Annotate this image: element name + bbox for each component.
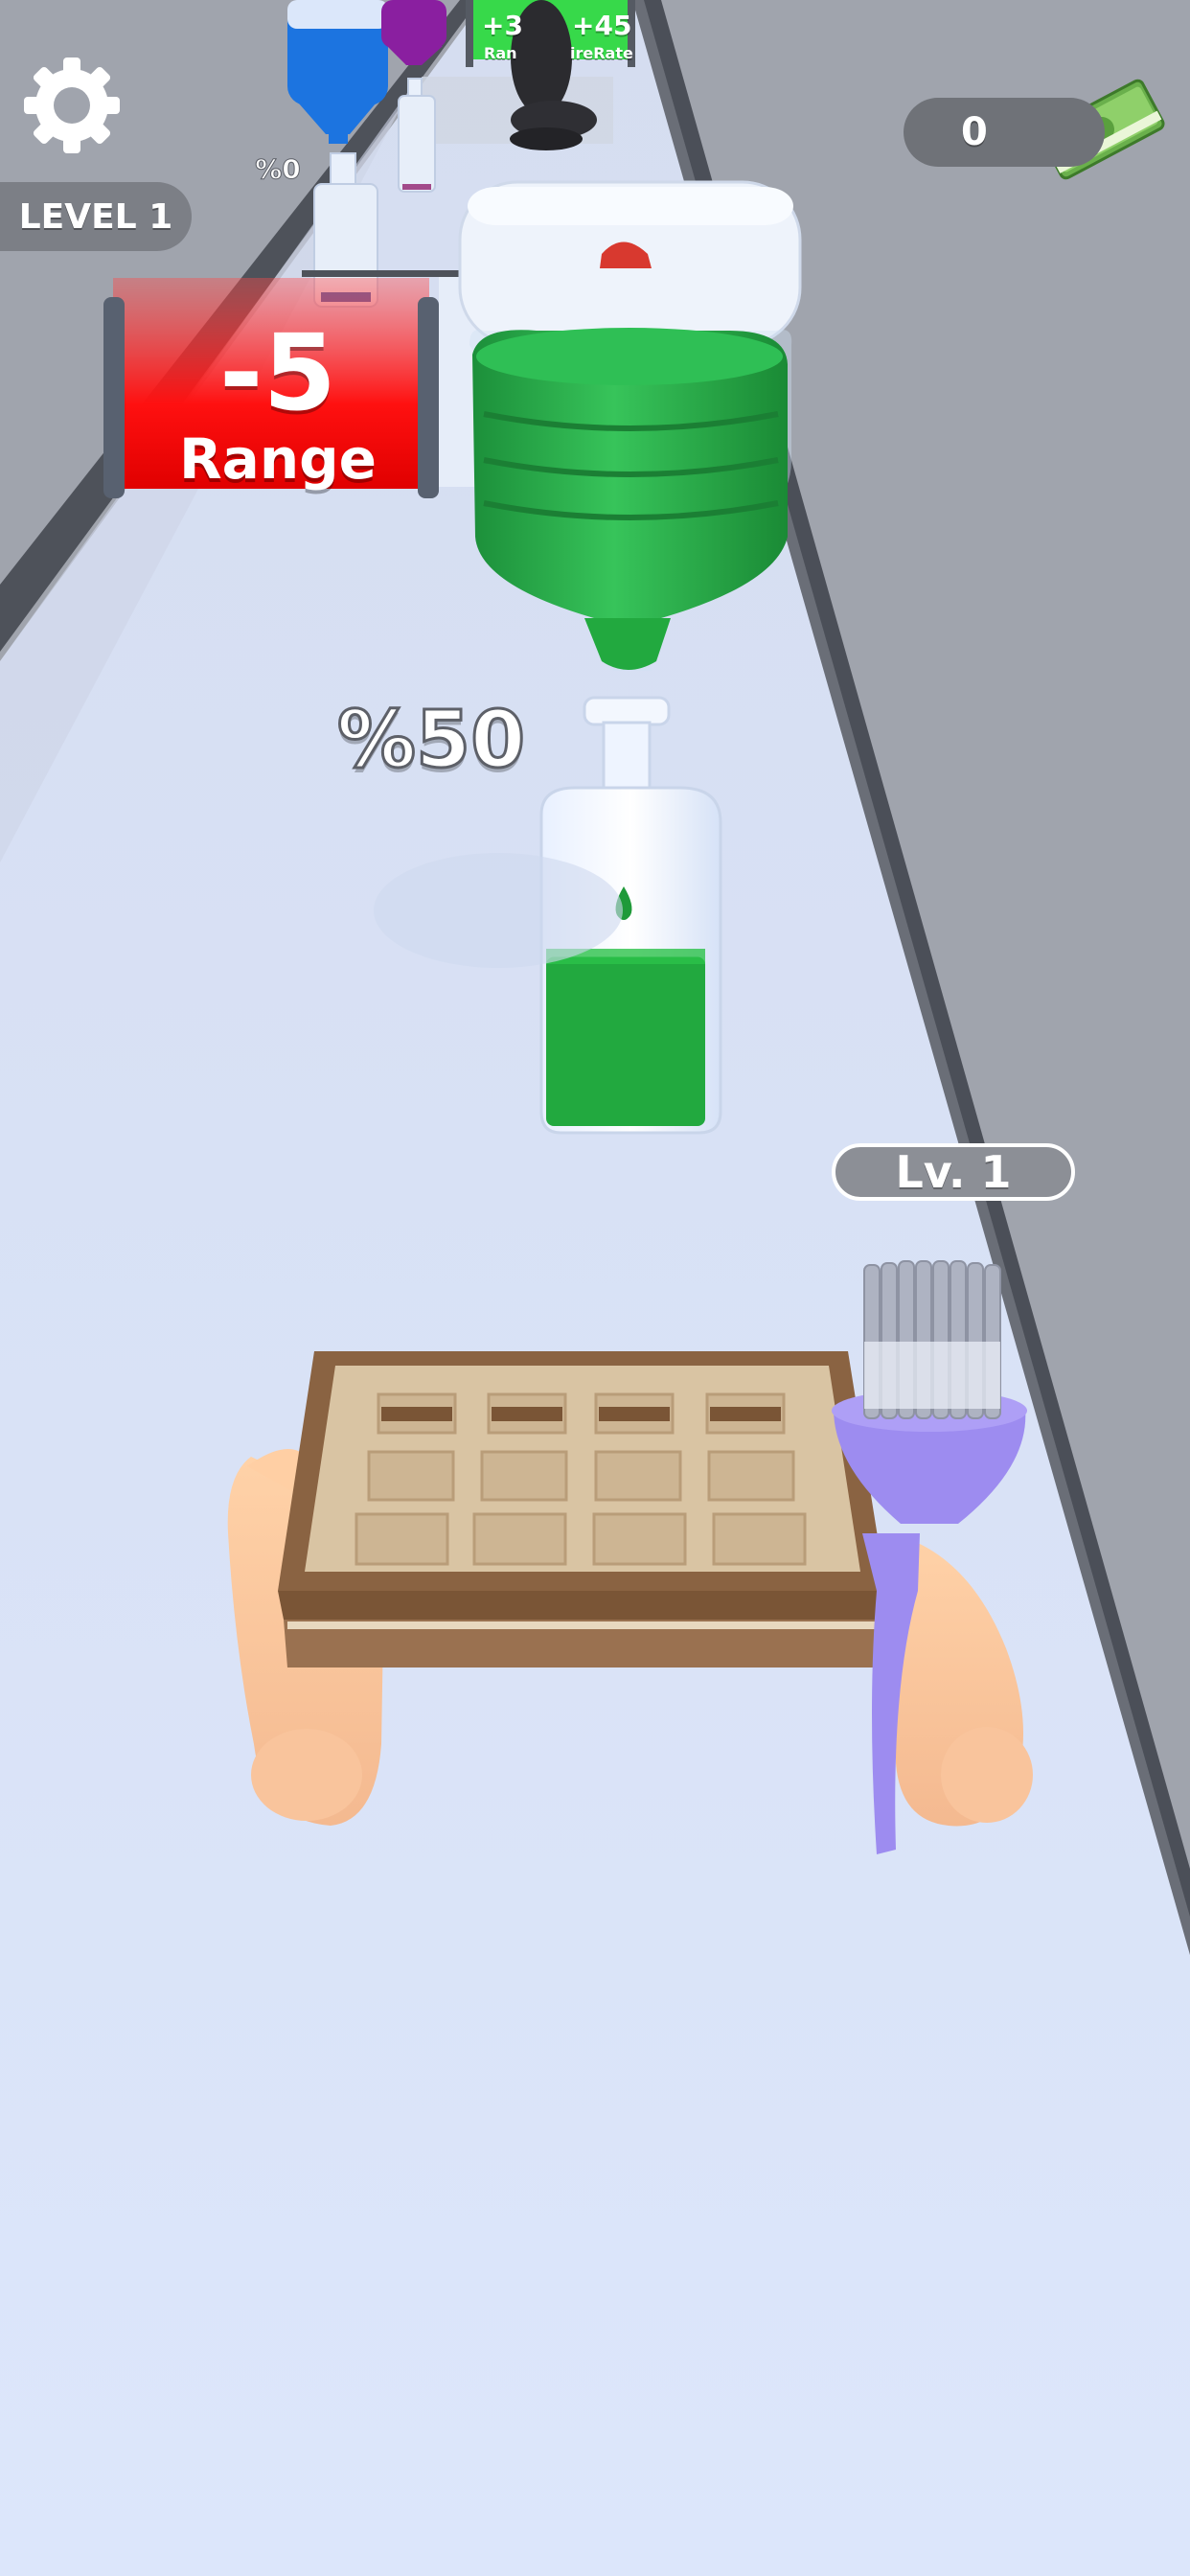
player-level-label: Lv. 1	[895, 1146, 1012, 1198]
far-bottle-fill-text: %0	[255, 153, 302, 186]
far-gate-left-stat: Ran	[484, 44, 517, 62]
settings-button[interactable]	[19, 53, 125, 158]
far-gate-left-value: +3	[482, 10, 523, 41]
near-bottle-fill-text: %50	[335, 694, 526, 788]
level-label: LEVEL 1	[18, 196, 173, 237]
money-value: 0	[961, 110, 988, 154]
far-gate-right-stat: ireRate	[570, 44, 633, 62]
far-bottle-right	[398, 78, 436, 193]
wooden-tray	[278, 1351, 886, 1668]
bottle-shadow	[374, 853, 623, 968]
bottle-liquid	[546, 956, 705, 1126]
near-gate-value: -5	[218, 311, 337, 434]
level-badge: LEVEL 1	[0, 182, 192, 251]
player-level-pill: Lv. 1	[832, 1143, 1075, 1201]
far-gate-right-value: +45	[572, 10, 632, 41]
money-counter: 0	[904, 98, 1105, 167]
far-gate-post-left	[466, 0, 473, 67]
near-gate-stat: Range	[179, 426, 377, 492]
